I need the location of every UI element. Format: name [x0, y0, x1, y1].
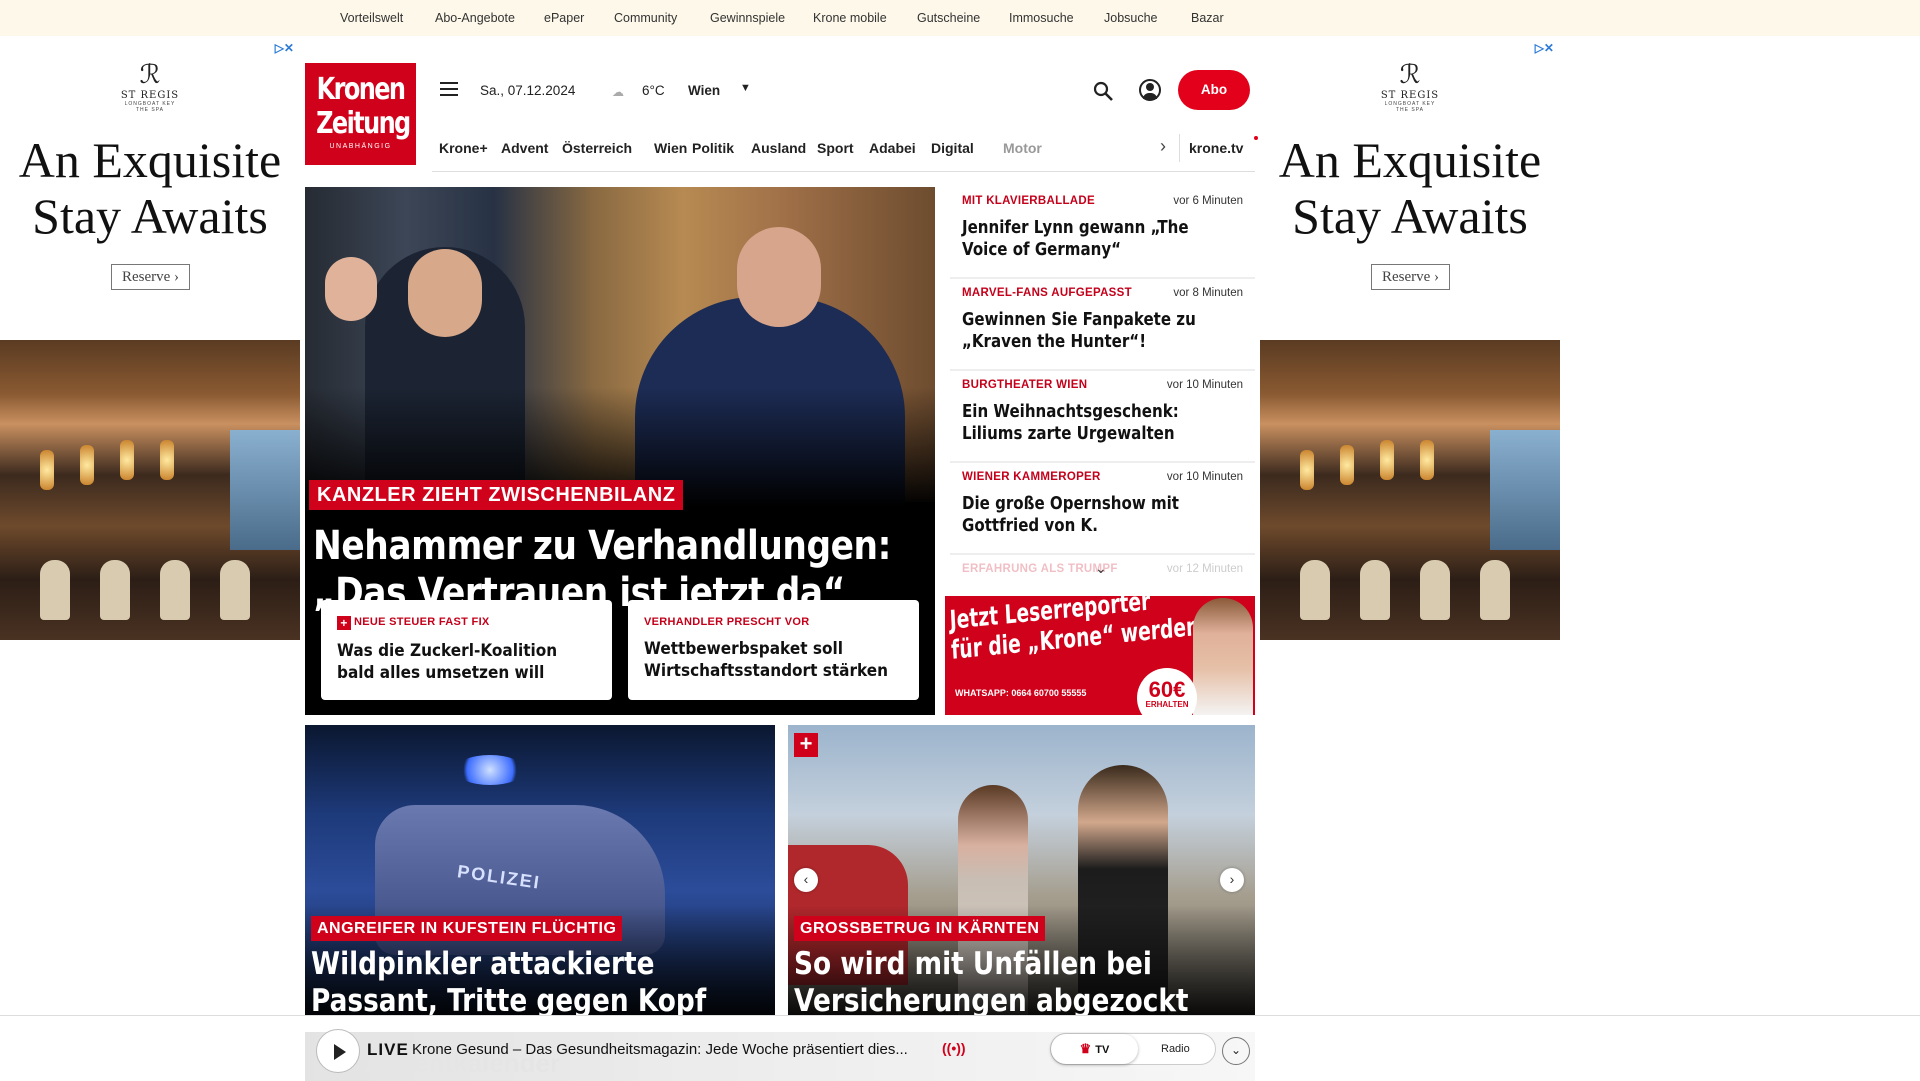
nav-item-motor[interactable]: Motor: [1003, 140, 1042, 156]
story-kicker: GROSSBETRUG IN KÄRNTEN: [794, 916, 1046, 941]
topnav-link-community[interactable]: Community: [614, 11, 677, 25]
ad-reserve-button[interactable]: Reserve ›: [1371, 264, 1450, 290]
tv-option[interactable]: ♛ TV: [1051, 1034, 1138, 1064]
story-title[interactable]: Wildpinkler attackierte Passant, Tritte g…: [311, 946, 706, 1020]
menu-icon[interactable]: [440, 82, 458, 96]
ticker-item[interactable]: WIENER KAMMEROPER vor 10 Minuten Die groß…: [950, 463, 1255, 555]
nav-item-krone-plus[interactable]: Krone+: [439, 140, 488, 156]
story-card[interactable]: + ‹ › GROSSBETRUG IN KÄRNTEN So wird mit…: [788, 725, 1255, 1055]
live-player-bar: Adventkalender LIVE Krone Gesund – Das G…: [0, 1015, 1920, 1081]
hero-kicker: KANZLER ZIEHT ZWISCHENBILANZ: [309, 480, 684, 510]
adchoices-icon[interactable]: ▷✕: [275, 41, 294, 55]
chevron-down-icon[interactable]: ⌄: [1222, 1037, 1250, 1065]
ticker-item[interactable]: MARVEL-FANS AUFGEPASST vor 8 Minuten Gewi…: [950, 279, 1255, 371]
topnav-link-abo-angebote[interactable]: Abo-Angebote: [435, 11, 515, 25]
nav-item-wien[interactable]: Wien: [654, 140, 687, 156]
play-button[interactable]: [316, 1029, 360, 1073]
ad-headline: An Exquisite Stay Awaits: [18, 132, 282, 244]
reward-badge: 60€ ERHALTEN: [1137, 668, 1197, 715]
site-header: Sa., 07.12.2024 ☁ 6°C Wien ▼ Abo: [432, 66, 1255, 116]
nav-item-adabei[interactable]: Adabei: [869, 140, 916, 156]
broadcast-icon: ((•)): [942, 1040, 966, 1056]
ad-logo: ℛ ST REGIS LONGBOAT KEY THE SPA: [120, 60, 180, 113]
ad-photo: [0, 340, 300, 640]
radio-option[interactable]: Radio: [1161, 1034, 1190, 1064]
topnav-link-jobsuche[interactable]: Jobsuche: [1104, 11, 1158, 25]
section-nav: Krone+ Advent Österreich Wien Politik Au…: [432, 124, 1258, 172]
carousel-prev-button[interactable]: ‹: [794, 868, 818, 892]
cloud-icon: ☁: [612, 85, 624, 99]
kronen-zeitung-logo[interactable]: Kronen Zeitung UNABHÄNGIG: [305, 63, 416, 165]
nav-item-politik[interactable]: Politik: [692, 140, 734, 156]
nav-item-ausland[interactable]: Ausland: [751, 140, 806, 156]
hero-story[interactable]: KANZLER ZIEHT ZWISCHENBILANZ Nehammer zu…: [305, 187, 935, 715]
right-ad-banner[interactable]: ▷✕ ℛ ST REGIS LONGBOAT KEY THE SPA An Ex…: [1260, 36, 1560, 640]
topnav-link-epaper[interactable]: ePaper: [544, 11, 584, 25]
main-page: Kronen Zeitung UNABHÄNGIG Sa., 07.12.202…: [305, 36, 1258, 1080]
now-playing-title[interactable]: Krone Gesund – Das Gesundheitsmagazin: J…: [412, 1041, 908, 1058]
leserreporter-banner[interactable]: Jetzt Leserreporter für die „Krone“ werde…: [945, 596, 1255, 715]
city-selector[interactable]: Wien: [688, 83, 720, 98]
topnav-link-immosuche[interactable]: Immosuche: [1009, 11, 1074, 25]
temperature: 6°C: [642, 83, 665, 98]
abo-button[interactable]: Abo: [1178, 70, 1250, 110]
ad-logo: ℛ ST REGIS LONGBOAT KEY THE SPA: [1380, 60, 1440, 113]
chevron-down-icon[interactable]: ⌄: [1095, 560, 1107, 577]
story-title[interactable]: So wird mit Unfällen bei Versicherungen a…: [794, 946, 1189, 1020]
crown-icon: ♛: [1079, 1041, 1092, 1056]
nav-item-sport[interactable]: Sport: [817, 140, 854, 156]
story-card[interactable]: POLIZEI ANGREIFER IN KUFSTEIN FLÜCHTIG W…: [305, 725, 775, 1055]
live-label: LIVE: [367, 1040, 409, 1059]
hero-subarticle[interactable]: VERHANDLER PRESCHT VOR Wettbewerbspaket …: [628, 600, 919, 700]
adchoices-icon[interactable]: ▷✕: [1535, 41, 1554, 55]
whatsapp-number: WHATSAPP: 0664 60700 55555: [955, 688, 1087, 698]
topnav-link-vorteilswelt[interactable]: Vorteilswelt: [340, 11, 403, 25]
hero-subarticle[interactable]: + NEUE STEUER FAST FIX Was die Zuckerl-Ko…: [321, 600, 612, 700]
nav-item-oesterreich[interactable]: Österreich: [562, 140, 632, 156]
nav-divider: [1179, 134, 1180, 162]
krone-plus-icon: +: [794, 733, 818, 757]
reporter-photo: [1193, 598, 1253, 715]
user-account-icon[interactable]: [1139, 79, 1161, 101]
top-utility-bar: Vorteilswelt Abo-Angebote ePaper Communi…: [0, 0, 1920, 36]
nav-item-digital[interactable]: Digital: [931, 140, 974, 156]
topnav-link-gewinnspiele[interactable]: Gewinnspiele: [710, 11, 785, 25]
topnav-link-krone-mobile[interactable]: Krone mobile: [813, 11, 887, 25]
ad-photo: [1260, 340, 1560, 640]
tv-radio-toggle[interactable]: ♛ TV Radio: [1050, 1033, 1216, 1065]
topnav-link-bazar[interactable]: Bazar: [1191, 11, 1224, 25]
nav-item-krone-tv[interactable]: krone.tv: [1189, 140, 1243, 156]
ticker-item[interactable]: BURGTHEATER WIEN vor 10 Minuten Ein Weihn…: [950, 371, 1255, 463]
live-indicator: [1254, 136, 1258, 140]
chevron-right-icon[interactable]: ›: [1160, 136, 1166, 157]
search-icon[interactable]: [1092, 80, 1114, 102]
topnav-link-gutscheine[interactable]: Gutscheine: [917, 11, 980, 25]
current-date: Sa., 07.12.2024: [480, 83, 576, 98]
nav-item-advent[interactable]: Advent: [501, 140, 548, 156]
ticker-item[interactable]: MIT KLAVIERBALLADE vor 6 Minuten Jennifer…: [950, 187, 1255, 279]
left-ad-banner[interactable]: ▷✕ ℛ ST REGIS LONGBOAT KEY THE SPA An Ex…: [0, 36, 300, 640]
news-ticker: MIT KLAVIERBALLADE vor 6 Minuten Jennifer…: [950, 187, 1255, 580]
krone-plus-icon: +: [337, 616, 351, 630]
story-kicker: ANGREIFER IN KUFSTEIN FLÜCHTIG: [311, 916, 623, 941]
chevron-down-icon[interactable]: ▼: [740, 82, 751, 94]
carousel-next-button[interactable]: ›: [1220, 868, 1244, 892]
ad-headline: An Exquisite Stay Awaits: [1278, 132, 1542, 244]
ad-reserve-button[interactable]: Reserve ›: [111, 264, 190, 290]
